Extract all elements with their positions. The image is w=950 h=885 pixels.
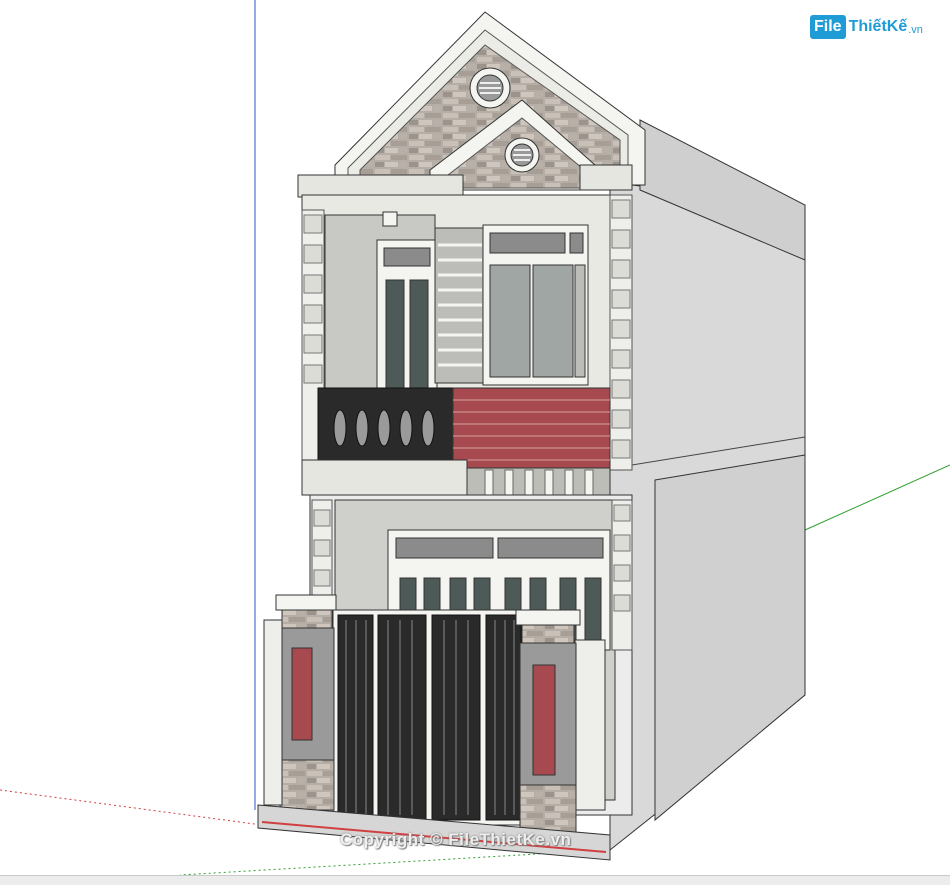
green-axis-line (804, 464, 950, 531)
right-pillar-red-panel (532, 664, 556, 776)
filethietke-logo: File ThiếtKế .vn (810, 12, 923, 42)
side-wall-lower (654, 454, 806, 822)
status-bar (0, 875, 950, 885)
fence-wall-right (574, 639, 606, 811)
3d-model-viewport[interactable]: File ThiếtKế .vn Copyright © FileThietKe… (0, 0, 950, 876)
house-model-drawing (0, 0, 950, 876)
left-pillar-red-panel (291, 647, 313, 741)
left-pillar-base (279, 759, 335, 811)
logo-tld: .vn (908, 24, 923, 36)
copyright-watermark: Copyright © FileThietKe.vn (340, 830, 572, 849)
logo-name: ThiếtKế (848, 18, 908, 35)
floor-slab (301, 459, 468, 496)
right-pillar-cap (515, 609, 581, 626)
left-side-wall (263, 619, 283, 806)
ceiling-light (382, 211, 398, 227)
red-axis-dotted (0, 789, 263, 826)
right-pillar-top-stone (521, 624, 575, 644)
logo-mark: File (810, 15, 846, 39)
upper-cornice (297, 174, 464, 198)
right-pillar-base (519, 784, 577, 836)
upper-cornice-right (579, 164, 633, 191)
left-pillar-top-stone (281, 609, 333, 629)
left-pillar-cap (275, 594, 337, 611)
